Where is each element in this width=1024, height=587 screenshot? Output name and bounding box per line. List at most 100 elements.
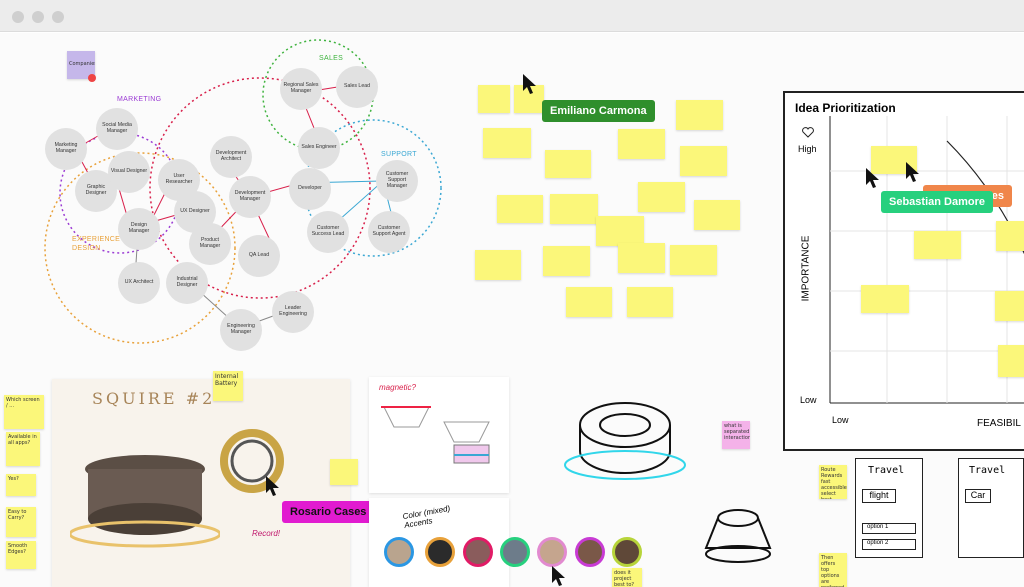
sticky-note[interactable]	[566, 287, 612, 317]
org-node[interactable]: QA Lead	[238, 235, 280, 277]
sticky-note[interactable]	[545, 150, 591, 178]
heart-icon	[802, 127, 814, 138]
sketch-card-squire[interactable]: SQUIRE #2 Internal Battery Record!	[52, 371, 358, 587]
avatar-badge	[88, 74, 96, 82]
cursor-icon	[552, 566, 565, 586]
y-high-label: High	[798, 144, 817, 154]
sticky-note[interactable]: Smooth Edges?	[6, 541, 36, 569]
sticky-note[interactable]	[680, 146, 727, 176]
sticky-note[interactable]: Which screen / ...	[4, 395, 44, 429]
org-node[interactable]: Visual Designer	[108, 151, 150, 193]
which-product-sticky[interactable]: does it project best to?	[612, 568, 642, 587]
org-node[interactable]: Sales Lead	[336, 66, 378, 108]
travel-title: Travel	[969, 465, 1006, 476]
idea-prioritization-panel[interactable]: Idea Prioritization High IMPORTANCE Low …	[783, 91, 1024, 451]
maximize-window-button[interactable]	[52, 11, 64, 23]
travel-note-2[interactable]: Then offers top options are preferred ai…	[819, 553, 847, 587]
sticky-note[interactable]	[676, 100, 723, 130]
avatar[interactable]	[384, 537, 414, 567]
sketch-card-magnetic[interactable]: magnetic?	[369, 377, 509, 493]
sticky-note[interactable]	[478, 85, 510, 113]
speaker-drawing	[564, 402, 686, 480]
org-node[interactable]: Leader Engineering	[272, 291, 314, 333]
org-node[interactable]: Marketing Manager	[45, 128, 87, 170]
sticky-note[interactable]	[861, 285, 909, 313]
travel-card-1[interactable]: Travel flight option 1 option 2	[855, 458, 923, 558]
avatar[interactable]	[463, 537, 493, 567]
org-node[interactable]: Regional Sales Manager	[280, 68, 322, 110]
sticky-note[interactable]	[638, 182, 685, 212]
option-2-row[interactable]: option 2	[862, 539, 916, 550]
sticky-note[interactable]	[618, 129, 665, 159]
minimize-window-button[interactable]	[32, 11, 44, 23]
org-node[interactable]: Engineering Manager	[220, 309, 262, 351]
avatar[interactable]	[425, 537, 455, 567]
experience-design-label: EXPERIENCE DESIGN	[72, 235, 120, 253]
sticky-note[interactable]: Yes?	[6, 474, 36, 496]
separated-interaction-sticky[interactable]: what is separated interaction?	[722, 421, 750, 449]
y-low-label: Low	[800, 395, 817, 405]
sticky-note[interactable]	[996, 221, 1024, 251]
avatar[interactable]	[537, 537, 567, 567]
sticky-note[interactable]	[475, 250, 521, 280]
avatar[interactable]	[500, 537, 530, 567]
sticky-note[interactable]	[550, 194, 598, 224]
sticky-note[interactable]	[998, 345, 1024, 377]
car-button[interactable]: Car	[965, 489, 991, 503]
avatar[interactable]	[612, 537, 642, 567]
org-node[interactable]: Customer Support Manager	[376, 160, 418, 202]
org-node[interactable]: Product Manager	[189, 223, 231, 265]
knob-drawing	[704, 509, 772, 563]
org-node[interactable]: Industrial Designer	[166, 262, 208, 304]
product-sketches	[381, 406, 490, 464]
org-node[interactable]: Customer Support Agent	[368, 211, 410, 253]
org-node[interactable]: UX Architect	[118, 262, 160, 304]
org-node[interactable]: Social Media Manager	[96, 108, 138, 150]
color-accents-label: Color (mixed) Accents	[401, 503, 451, 530]
cursor-icon	[906, 162, 919, 182]
sticky-note[interactable]	[596, 216, 644, 246]
travel-title: Travel	[868, 465, 905, 476]
sticky-note[interactable]	[543, 246, 590, 276]
cursor-icon	[866, 168, 879, 188]
whiteboard-canvas[interactable]: Companies MARKETING SALES SUPPORT EXPERI…	[0, 33, 1024, 587]
org-node[interactable]: Development Architect	[210, 136, 252, 178]
org-node[interactable]: Development Manager	[229, 176, 271, 218]
internal-battery-sticky[interactable]: Internal Battery	[213, 371, 243, 401]
org-node[interactable]: Sales Engineer	[298, 127, 340, 169]
sticky-note[interactable]	[497, 195, 543, 223]
y-axis-label: IMPORTANCE	[800, 235, 812, 302]
sticky-note[interactable]	[618, 243, 665, 273]
sticky-note[interactable]	[914, 231, 961, 259]
org-node[interactable]: Design Manager	[118, 208, 160, 250]
speaker-sketch	[70, 455, 220, 548]
design-label: DESIGN	[72, 245, 101, 253]
org-node[interactable]: Developer	[289, 168, 331, 210]
sticky-note[interactable]: Available in all apps?	[6, 432, 40, 466]
cursor-icon	[266, 476, 279, 496]
collaborator-tag-emiliano: Emiliano Carmona	[542, 100, 655, 122]
close-window-button[interactable]	[12, 11, 24, 23]
travel-card-2[interactable]: Travel Car	[958, 458, 1024, 558]
flight-button[interactable]: flight	[862, 489, 896, 503]
sticky-note[interactable]	[694, 200, 740, 230]
option-1-row[interactable]: option 1	[862, 523, 916, 534]
sticky-note[interactable]	[483, 128, 531, 158]
avatar[interactable]	[575, 537, 605, 567]
sticky-note[interactable]	[330, 459, 358, 485]
sticky-note[interactable]	[627, 287, 673, 317]
marketing-label: MARKETING	[117, 96, 162, 103]
x-low-label: Low	[832, 415, 849, 425]
window-titlebar	[0, 0, 1024, 32]
sales-label: SALES	[319, 55, 344, 62]
squire-title: SQUIRE #2	[92, 389, 216, 408]
sticky-note[interactable]	[670, 245, 717, 275]
collaborator-tag-sebastian: Sebastian Damore	[881, 191, 993, 213]
record-label: Record!	[252, 529, 281, 538]
org-node[interactable]: Customer Success Lead	[307, 211, 349, 253]
experience-label: EXPERIENCE	[72, 236, 121, 243]
travel-note-1[interactable]: Route Rewards fast accessible select bes…	[819, 465, 847, 499]
support-label: SUPPORT	[381, 151, 417, 158]
sticky-note[interactable]: Easy to Carry?	[6, 507, 36, 537]
sticky-note[interactable]	[995, 291, 1024, 321]
